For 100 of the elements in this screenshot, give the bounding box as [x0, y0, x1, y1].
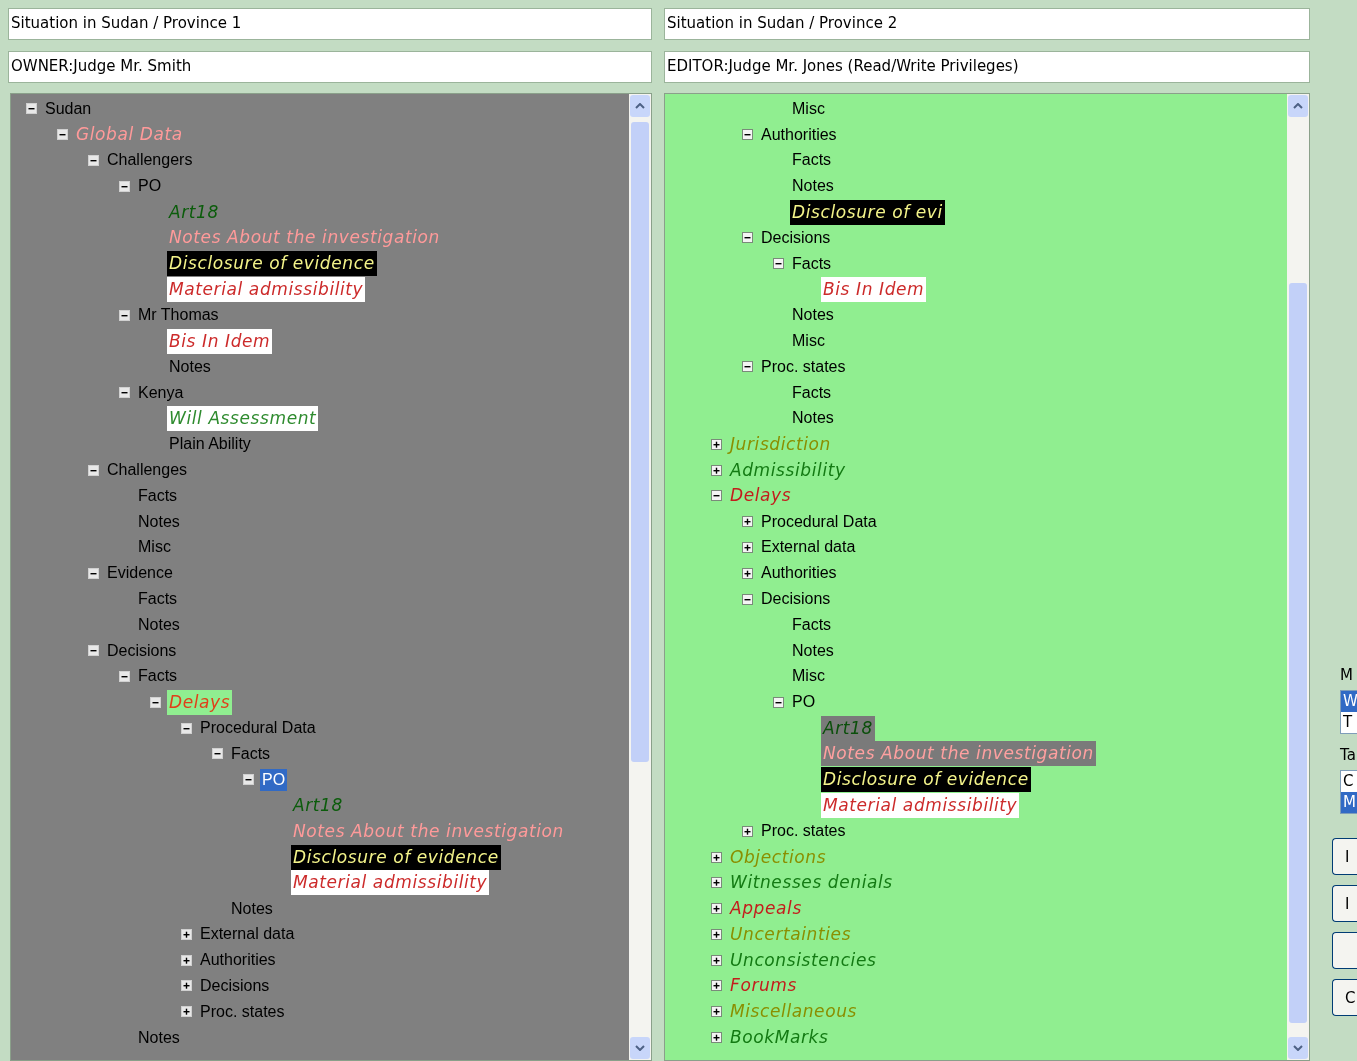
expand-icon[interactable]	[742, 825, 753, 837]
tree-node[interactable]: Kenya	[136, 381, 186, 404]
expand-icon[interactable]	[742, 516, 753, 528]
tree-node[interactable]: Procedural Data	[198, 717, 318, 739]
list-item[interactable]: W	[1341, 691, 1357, 712]
expand-icon[interactable]	[711, 903, 722, 915]
collapse-icon[interactable]	[742, 129, 753, 141]
expand-icon[interactable]	[742, 541, 753, 553]
collapse-icon[interactable]	[150, 696, 161, 708]
tree-node[interactable]: PO	[260, 768, 288, 791]
tree-node[interactable]: Disclosure of evidence	[821, 767, 1031, 793]
tree-node[interactable]: Plain Ability	[167, 433, 253, 456]
push-button[interactable]: C	[1332, 979, 1357, 1016]
tree-node[interactable]: Notes	[790, 304, 836, 327]
push-button[interactable]: I	[1332, 838, 1357, 875]
tree-node[interactable]: Facts	[136, 484, 180, 507]
tree-node[interactable]: Appeals	[728, 896, 804, 922]
tree-node[interactable]: Notes	[167, 355, 213, 378]
expand-icon[interactable]	[181, 1006, 192, 1018]
tree-node[interactable]: PO	[790, 691, 818, 714]
tree-node[interactable]: Disclosure of evidence	[291, 844, 501, 870]
tree-node[interactable]: Material admissibility	[821, 792, 1020, 818]
collapse-icon[interactable]	[742, 232, 753, 244]
tree-node[interactable]: Decisions	[759, 588, 833, 611]
scroll-thumb[interactable]	[1289, 283, 1307, 1023]
tree-node[interactable]: Proc. states	[759, 820, 848, 843]
tree-node[interactable]: Evidence	[105, 562, 175, 585]
tree-node[interactable]: Forums	[728, 973, 799, 999]
tree-node[interactable]: Authorities	[198, 949, 278, 972]
list-item[interactable]: T	[1341, 712, 1357, 733]
expand-icon[interactable]	[711, 1006, 722, 1018]
expand-icon[interactable]	[711, 438, 722, 450]
title-field[interactable]: Situation in Sudan / Province 1	[8, 8, 652, 40]
tree-node[interactable]: Facts	[790, 381, 834, 404]
tree-node[interactable]: Authorities	[759, 562, 839, 585]
collapse-icon[interactable]	[742, 361, 753, 373]
tree-node[interactable]: Facts	[790, 252, 834, 275]
tree-node[interactable]: Facts	[790, 149, 834, 172]
tree-node[interactable]: Misc	[790, 97, 827, 120]
tree-node[interactable]: Material admissibility	[291, 870, 490, 896]
scrollbar[interactable]	[1287, 94, 1309, 1060]
tree-node[interactable]: Facts	[136, 665, 180, 688]
collapse-icon[interactable]	[773, 258, 784, 270]
tree-node[interactable]: Notes	[136, 613, 182, 636]
expand-icon[interactable]	[181, 980, 192, 992]
tree-node[interactable]: Challengers	[105, 149, 195, 172]
tree-node[interactable]: Misc	[790, 665, 827, 688]
expand-icon[interactable]	[181, 928, 192, 940]
tree-node[interactable]: Admissibility	[728, 457, 848, 483]
tree-node[interactable]: Mr Thomas	[136, 304, 221, 327]
tree-node[interactable]: Witnesses denials	[728, 870, 895, 896]
tree-node[interactable]: Notes	[790, 407, 836, 430]
tree-node[interactable]: BookMarks	[728, 1025, 831, 1051]
scroll-down-icon[interactable]	[1288, 1037, 1308, 1059]
collapse-icon[interactable]	[88, 567, 99, 579]
title-field[interactable]: Situation in Sudan / Province 2	[664, 8, 1310, 40]
tree-node[interactable]: Proc. states	[198, 1000, 287, 1023]
tree-node[interactable]: External data	[759, 536, 858, 559]
collapse-icon[interactable]	[88, 464, 99, 476]
tree-node[interactable]: Will Assessment	[167, 405, 319, 431]
tree-node[interactable]: Facts	[790, 613, 834, 636]
collapse-icon[interactable]	[57, 129, 68, 141]
expand-icon[interactable]	[711, 980, 722, 992]
tree-node[interactable]: Challenges	[105, 459, 190, 482]
tree-node[interactable]: Delays	[728, 483, 794, 509]
owner-field[interactable]: OWNER:Judge Mr. Smith	[8, 51, 652, 83]
tree-node[interactable]: Notes	[229, 897, 275, 920]
collapse-icon[interactable]	[26, 103, 37, 115]
tree-node[interactable]: Decisions	[759, 226, 833, 249]
collapse-icon[interactable]	[119, 670, 130, 682]
list-box[interactable]: W T	[1340, 690, 1357, 734]
tree-node[interactable]: Delays	[167, 689, 233, 715]
scrollbar[interactable]	[629, 94, 651, 1060]
tree-node[interactable]: External data	[198, 923, 297, 946]
collapse-icon[interactable]	[119, 309, 130, 321]
collapse-icon[interactable]	[742, 593, 753, 605]
collapse-icon[interactable]	[88, 645, 99, 657]
collapse-icon[interactable]	[88, 155, 99, 166]
tree-node[interactable]: Misc	[136, 536, 173, 559]
tree-node[interactable]: Decisions	[198, 975, 272, 997]
scroll-thumb[interactable]	[631, 122, 649, 762]
expand-icon[interactable]	[711, 928, 722, 940]
collapse-icon[interactable]	[212, 748, 223, 760]
tree-node[interactable]: Decisions	[105, 639, 179, 662]
scroll-up-icon[interactable]	[1288, 95, 1308, 117]
expand-icon[interactable]	[742, 567, 753, 579]
collapse-icon[interactable]	[181, 722, 192, 734]
owner-field[interactable]: EDITOR:Judge Mr. Jones (Read/Write Privileges)	[664, 51, 1310, 83]
tree-node[interactable]: Sudan	[43, 97, 94, 120]
collapse-icon[interactable]	[119, 387, 130, 399]
expand-icon[interactable]	[711, 877, 722, 889]
tree-node[interactable]: Material admissibility	[167, 276, 366, 302]
expand-icon[interactable]	[711, 851, 722, 863]
list-box[interactable]: C M	[1340, 770, 1357, 814]
tree-node[interactable]: Notes	[136, 1026, 182, 1049]
expand-icon[interactable]	[181, 954, 192, 966]
collapse-icon[interactable]	[243, 774, 254, 786]
tree-node[interactable]: Disclosure of evidence	[167, 251, 377, 277]
list-item[interactable]: C	[1341, 771, 1357, 792]
push-button[interactable]: I	[1332, 885, 1357, 922]
